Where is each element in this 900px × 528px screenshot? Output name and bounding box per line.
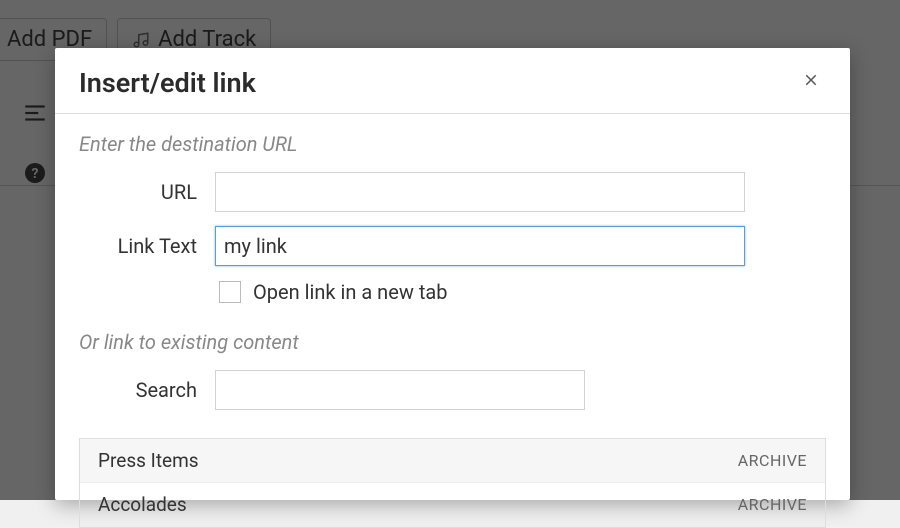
result-type: ARCHIVE (738, 451, 807, 470)
section-label-existing: Or link to existing content (79, 330, 826, 354)
search-label: Search (79, 378, 197, 402)
new-tab-checkbox[interactable] (219, 281, 241, 303)
url-label: URL (79, 180, 197, 204)
insert-link-dialog: Insert/edit link Enter the destination U… (55, 48, 850, 500)
search-input[interactable] (215, 370, 585, 410)
url-row: URL (79, 172, 826, 212)
section-label-url: Enter the destination URL (79, 132, 826, 156)
search-row: Search (79, 370, 826, 410)
result-item[interactable]: Accolades ARCHIVE (80, 483, 825, 527)
close-button[interactable] (796, 66, 826, 99)
link-text-input[interactable] (215, 226, 745, 266)
close-icon (802, 71, 820, 89)
result-title: Press Items (98, 449, 199, 472)
results-list: Press Items ARCHIVE Accolades ARCHIVE (79, 438, 826, 528)
new-tab-row: Open link in a new tab (219, 280, 826, 304)
result-title: Accolades (98, 493, 187, 516)
new-tab-label: Open link in a new tab (253, 280, 447, 304)
link-text-row: Link Text (79, 226, 826, 266)
link-text-label: Link Text (79, 234, 197, 258)
dialog-title: Insert/edit link (79, 67, 256, 99)
result-type: ARCHIVE (738, 495, 807, 514)
result-item[interactable]: Press Items ARCHIVE (80, 439, 825, 483)
url-input[interactable] (215, 172, 745, 212)
dialog-header: Insert/edit link (55, 48, 850, 114)
dialog-body: Enter the destination URL URL Link Text … (55, 114, 850, 528)
